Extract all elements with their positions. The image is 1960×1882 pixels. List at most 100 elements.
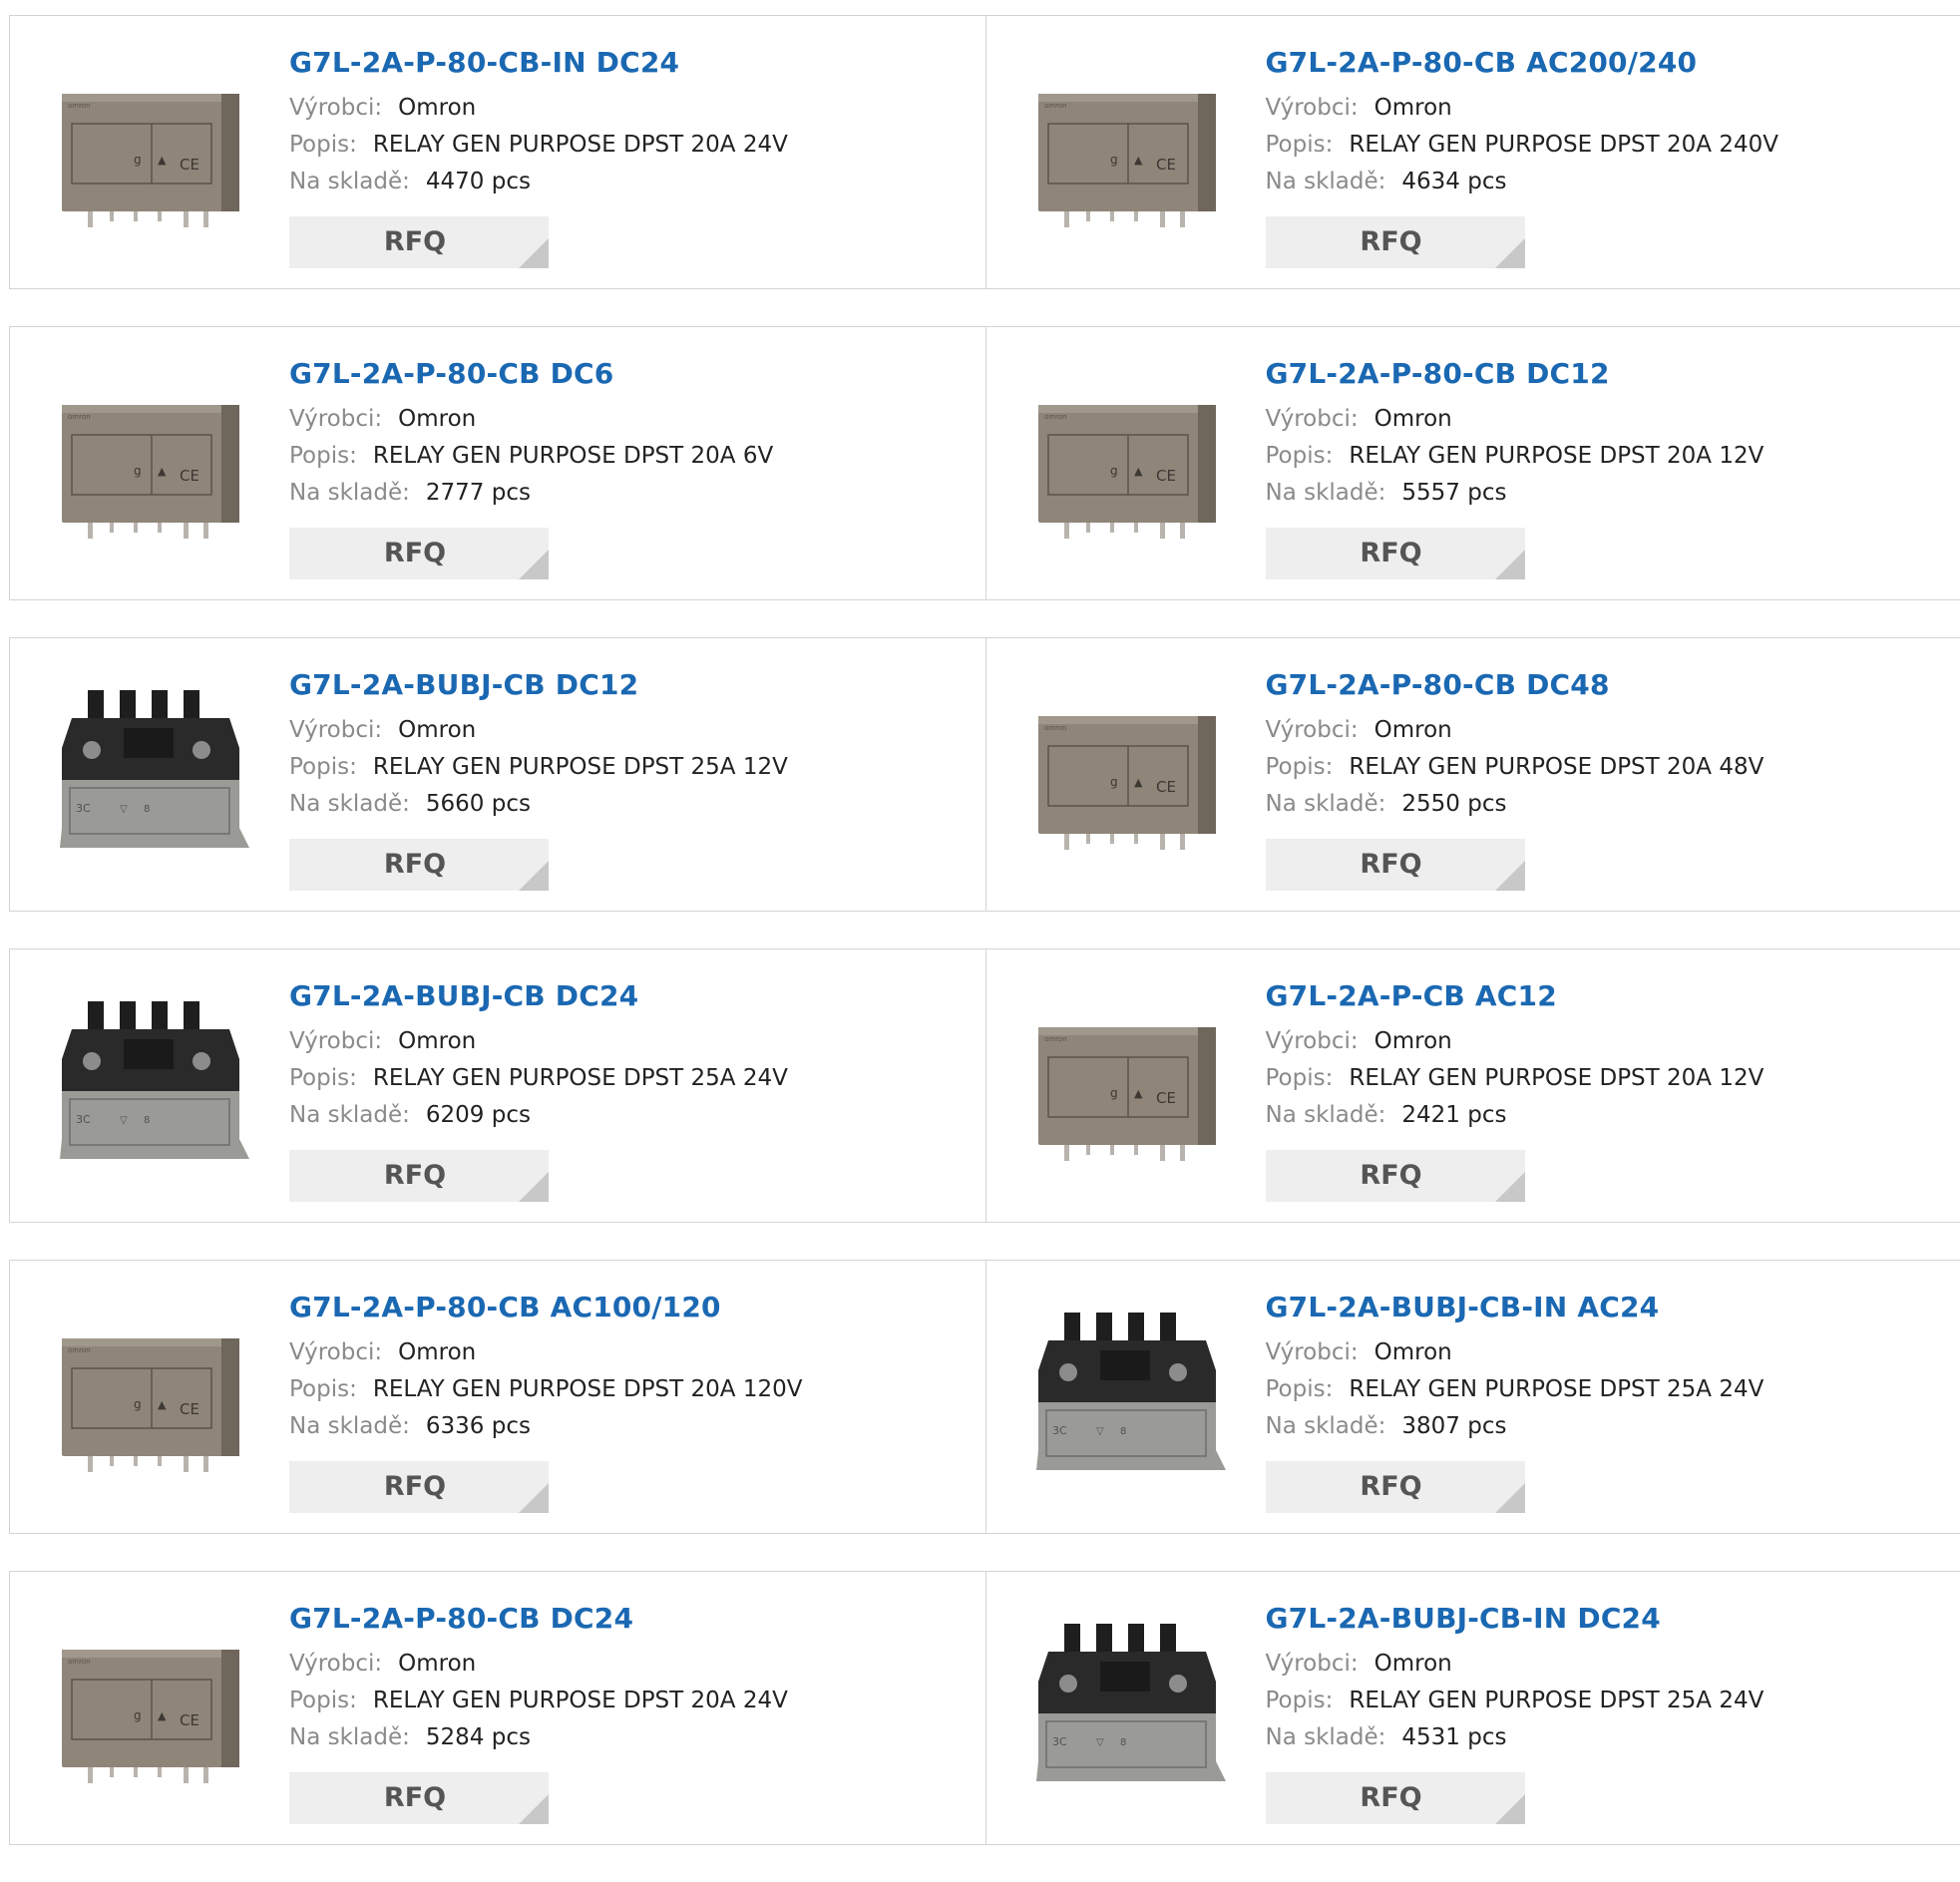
svg-text:▽: ▽ (120, 1115, 128, 1126)
stock-line: Na skladě:2550 pcs (1266, 786, 1951, 823)
product-info: G7L-2A-P-80-CB AC100/120 Výrobci:Omron P… (289, 1289, 976, 1445)
product-image[interactable]: omron g ▲ CE (1030, 377, 1230, 549)
svg-text:omron: omron (68, 413, 91, 421)
svg-text:▲: ▲ (158, 465, 167, 478)
relay-brown-icon: omron g ▲ CE (1030, 999, 1230, 1171)
product-image[interactable]: omron g ▲ CE (54, 377, 253, 549)
manufacturer-label: Výrobci: (289, 1339, 382, 1365)
manufacturer-value: Omron (1374, 1028, 1452, 1054)
manufacturer-label: Výrobci: (289, 1651, 382, 1677)
rfq-button-label: RFQ (384, 538, 446, 568)
svg-text:g: g (1110, 775, 1118, 789)
rfq-button-label: RFQ (1360, 1471, 1421, 1502)
svg-text:▲: ▲ (158, 1709, 167, 1722)
svg-text:g: g (1110, 1086, 1118, 1100)
product-title-link[interactable]: G7L-2A-BUBJ-CB DC24 (289, 977, 976, 1015)
product-image[interactable]: omron g ▲ CE (54, 1311, 253, 1482)
manufacturer-label: Výrobci: (289, 1028, 382, 1054)
svg-text:▽: ▽ (1096, 1737, 1104, 1748)
manufacturer-line: Výrobci:Omron (289, 90, 976, 127)
rfq-button[interactable]: RFQ (1266, 1461, 1525, 1513)
description-line: Popis:RELAY GEN PURPOSE DPST 20A 48V (1266, 749, 1951, 786)
svg-text:g: g (134, 1708, 142, 1722)
rfq-button[interactable]: RFQ (1266, 528, 1525, 579)
relay-brown-icon: omron g ▲ CE (54, 1622, 253, 1793)
relay-black-icon: 3C ▽ 8 (54, 999, 253, 1171)
product-title-link[interactable]: G7L-2A-P-80-CB DC6 (289, 355, 976, 393)
description-value: RELAY GEN PURPOSE DPST 20A 24V (373, 132, 788, 158)
product-title-link[interactable]: G7L-2A-P-CB AC12 (1266, 977, 1951, 1015)
relay-black-icon: 3C ▽ 8 (1030, 1622, 1230, 1793)
rfq-button[interactable]: RFQ (1266, 1772, 1525, 1824)
description-label: Popis: (1266, 1688, 1334, 1713)
product-info: G7L-2A-BUBJ-CB DC12 Výrobci:Omron Popis:… (289, 666, 976, 823)
product-title-link[interactable]: G7L-2A-P-80-CB DC12 (1266, 355, 1951, 393)
description-line: Popis:RELAY GEN PURPOSE DPST 20A 120V (289, 1371, 976, 1408)
svg-text:omron: omron (1044, 413, 1067, 421)
product-title-link[interactable]: G7L-2A-P-80-CB AC100/120 (289, 1289, 976, 1326)
svg-text:8: 8 (1120, 1737, 1126, 1748)
rfq-button[interactable]: RFQ (1266, 216, 1525, 268)
relay-black-icon: 3C ▽ 8 (54, 688, 253, 860)
description-line: Popis:RELAY GEN PURPOSE DPST 25A 24V (289, 1060, 976, 1097)
manufacturer-label: Výrobci: (1266, 717, 1359, 743)
product-title-link[interactable]: G7L-2A-BUBJ-CB-IN DC24 (1266, 1600, 1951, 1638)
product-image[interactable]: 3C ▽ 8 (54, 999, 253, 1171)
product-image[interactable]: omron g ▲ CE (1030, 66, 1230, 237)
rfq-button-label: RFQ (1360, 538, 1421, 568)
product-title-link[interactable]: G7L-2A-P-80-CB-IN DC24 (289, 44, 976, 82)
rfq-button[interactable]: RFQ (1266, 839, 1525, 891)
description-line: Popis:RELAY GEN PURPOSE DPST 20A 12V (1266, 1060, 1951, 1097)
relay-brown-icon: omron g ▲ CE (54, 66, 253, 237)
description-label: Popis: (289, 443, 357, 469)
stock-value: 2421 pcs (1401, 1102, 1506, 1128)
svg-text:g: g (1110, 464, 1118, 478)
description-value: RELAY GEN PURPOSE DPST 20A 120V (373, 1376, 803, 1402)
rfq-button[interactable]: RFQ (289, 1772, 549, 1824)
rfq-button[interactable]: RFQ (289, 1461, 549, 1513)
description-line: Popis:RELAY GEN PURPOSE DPST 20A 12V (1266, 438, 1951, 475)
product-image[interactable]: 3C ▽ 8 (1030, 1311, 1230, 1482)
stock-value: 4470 pcs (426, 169, 531, 194)
product-card: omron g ▲ CE G7L-2A-P-80-CB-IN DC24 Výro… (10, 16, 985, 288)
relay-black-icon: 3C ▽ 8 (1030, 1311, 1230, 1482)
description-line: Popis:RELAY GEN PURPOSE DPST 20A 24V (289, 1683, 976, 1719)
manufacturer-label: Výrobci: (289, 406, 382, 432)
rfq-button-label: RFQ (1360, 226, 1421, 257)
product-title-link[interactable]: G7L-2A-P-80-CB AC200/240 (1266, 44, 1951, 82)
stock-value: 4531 pcs (1401, 1724, 1506, 1750)
description-label: Popis: (1266, 132, 1334, 158)
svg-text:▲: ▲ (158, 1398, 167, 1411)
description-value: RELAY GEN PURPOSE DPST 20A 24V (373, 1688, 788, 1713)
rfq-button[interactable]: RFQ (289, 528, 549, 579)
rfq-button[interactable]: RFQ (289, 839, 549, 891)
rfq-button[interactable]: RFQ (289, 216, 549, 268)
manufacturer-line: Výrobci:Omron (289, 401, 976, 438)
rfq-button[interactable]: RFQ (1266, 1150, 1525, 1202)
description-value: RELAY GEN PURPOSE DPST 20A 12V (1349, 443, 1764, 469)
product-image[interactable]: omron g ▲ CE (54, 66, 253, 237)
corner-triangle-icon (1495, 1794, 1525, 1824)
stock-value: 3807 pcs (1401, 1413, 1506, 1439)
product-card: omron g ▲ CE G7L-2A-P-80-CB DC12 Výrobci… (985, 327, 1960, 599)
product-image[interactable]: omron g ▲ CE (1030, 999, 1230, 1171)
product-image[interactable]: omron g ▲ CE (54, 1622, 253, 1793)
description-value: RELAY GEN PURPOSE DPST 20A 12V (1349, 1065, 1764, 1091)
product-image[interactable]: 3C ▽ 8 (54, 688, 253, 860)
manufacturer-value: Omron (1374, 717, 1452, 743)
product-image[interactable]: 3C ▽ 8 (1030, 1622, 1230, 1793)
rfq-button-label: RFQ (384, 1782, 446, 1813)
product-title-link[interactable]: G7L-2A-BUBJ-CB-IN AC24 (1266, 1289, 1951, 1326)
product-info: G7L-2A-P-80-CB DC6 Výrobci:Omron Popis:R… (289, 355, 976, 512)
description-value: RELAY GEN PURPOSE DPST 20A 48V (1349, 754, 1764, 780)
manufacturer-value: Omron (398, 717, 476, 743)
description-line: Popis:RELAY GEN PURPOSE DPST 25A 24V (1266, 1371, 1951, 1408)
product-title-link[interactable]: G7L-2A-P-80-CB DC48 (1266, 666, 1951, 704)
svg-text:omron: omron (68, 1658, 91, 1666)
stock-line: Na skladě:4531 pcs (1266, 1719, 1951, 1756)
rfq-button[interactable]: RFQ (289, 1150, 549, 1202)
product-title-link[interactable]: G7L-2A-P-80-CB DC24 (289, 1600, 976, 1638)
stock-label: Na skladě: (1266, 1102, 1386, 1128)
product-image[interactable]: omron g ▲ CE (1030, 688, 1230, 860)
product-title-link[interactable]: G7L-2A-BUBJ-CB DC12 (289, 666, 976, 704)
